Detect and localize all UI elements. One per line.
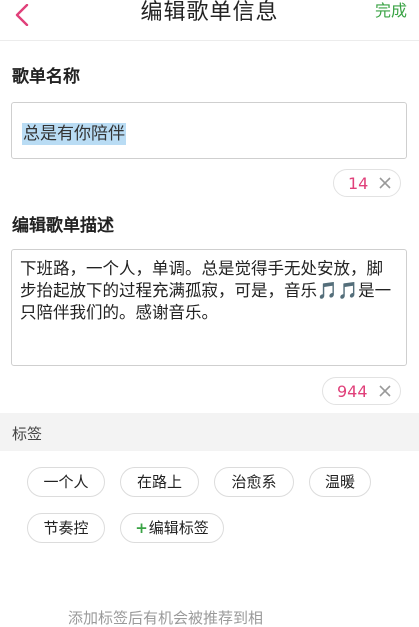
playlist-description-input[interactable]: 下班路，一个人，单调。总是觉得手无处安放，脚步抬起放下的过程充满孤寂，可是，音乐… <box>11 249 407 366</box>
name-remaining-count: 14 <box>348 173 369 193</box>
edit-playlist-page: 编辑歌单信息 完成 歌单名称 总是有你陪伴 14 编辑歌单描述 下班路，一个人，… <box>0 0 419 627</box>
tag-chip[interactable]: 温暖 <box>309 467 371 497</box>
playlist-description-value: 下班路，一个人，单调。总是觉得手无处安放，脚步抬起放下的过程充满孤寂，可是，音乐… <box>20 259 392 322</box>
recommendation-hint: 添加标签后有机会被推荐到相 <box>68 609 264 627</box>
tag-chip[interactable]: 在路上 <box>120 467 199 497</box>
playlist-name-input[interactable]: 总是有你陪伴 <box>11 102 407 159</box>
page-title: 编辑歌单信息 <box>140 0 279 25</box>
top-bar: 编辑歌单信息 完成 <box>0 0 419 40</box>
tag-chip[interactable]: 一个人 <box>27 467 105 497</box>
playlist-description-label: 编辑歌单描述 <box>12 216 114 236</box>
tag-chip[interactable]: 节奏控 <box>27 513 105 543</box>
tags-section-header: 标签 <box>0 413 419 451</box>
playlist-name-label: 歌单名称 <box>12 67 80 87</box>
name-char-counter: 14 <box>333 169 402 197</box>
description-char-counter: 944 <box>322 377 401 405</box>
description-remaining-count: 944 <box>337 381 368 401</box>
plus-icon: + <box>135 519 148 537</box>
clear-name-icon[interactable] <box>378 176 392 190</box>
tags-label: 标签 <box>12 425 43 443</box>
header-divider <box>0 40 419 41</box>
clear-description-icon[interactable] <box>378 384 392 398</box>
done-button[interactable]: 完成 <box>375 0 407 21</box>
edit-tags-label: 编辑标签 <box>148 519 209 537</box>
edit-tags-button[interactable]: +编辑标签 <box>120 513 224 543</box>
playlist-name-value: 总是有你陪伴 <box>22 123 126 145</box>
tag-chip[interactable]: 治愈系 <box>214 467 294 497</box>
